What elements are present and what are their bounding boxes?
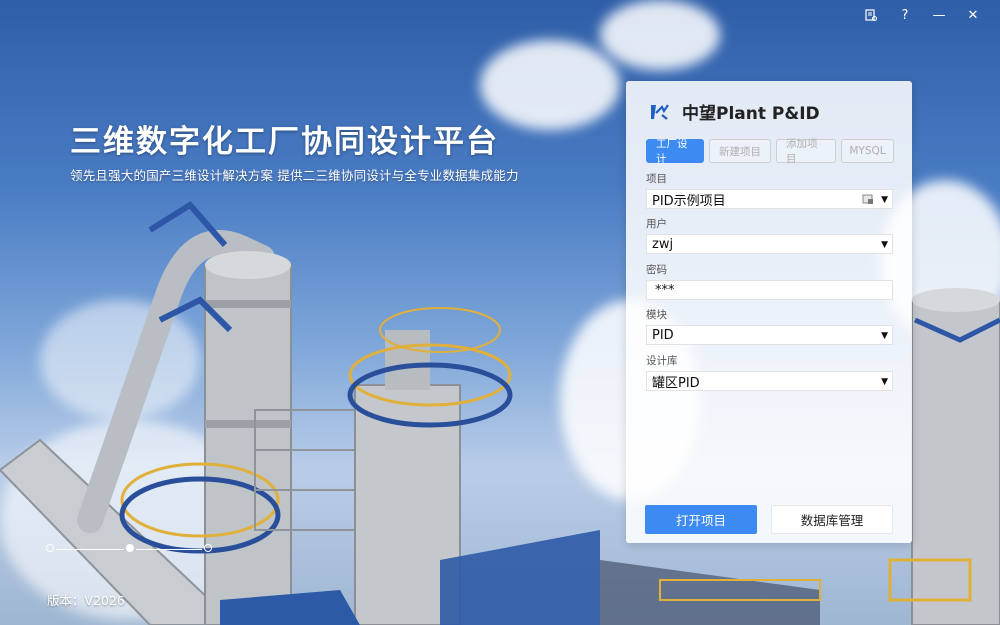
brand-logo-icon	[651, 103, 669, 120]
library-value: 罐区PID	[652, 375, 700, 391]
mode-tabs: 工厂设计 新建项目 添加项目 MYSQL	[646, 138, 894, 165]
version-label: 版本：V2026	[47, 590, 125, 609]
window-controls: ? — ✕	[854, 6, 990, 24]
module-label: 模块	[646, 309, 667, 321]
settings-doc-icon-svg	[865, 9, 877, 21]
version-value: V2026	[84, 593, 125, 608]
database-icon[interactable]	[862, 193, 874, 209]
project-value: PID示例项目	[652, 193, 726, 209]
user-value: zwj	[652, 236, 674, 252]
database-icon-svg	[862, 194, 873, 204]
tab-mysql[interactable]: MYSQL	[841, 139, 894, 163]
library-label: 设计库	[646, 355, 678, 367]
carousel-line	[56, 549, 124, 550]
project-label: 项目	[646, 173, 667, 185]
module-select[interactable]: PID ▼	[646, 325, 893, 345]
carousel-dot-active[interactable]	[126, 544, 134, 552]
user-label: 用户	[646, 218, 667, 230]
module-value: PID	[652, 327, 674, 343]
open-project-button[interactable]: 打开项目	[645, 505, 757, 534]
carousel-line	[136, 549, 202, 550]
settings-doc-icon[interactable]	[854, 6, 888, 24]
login-panel: 中望Plant P&ID 工厂设计 新建项目 添加项目 MYSQL 项目 PID…	[626, 81, 912, 543]
password-field[interactable]: ***	[646, 280, 893, 300]
library-select[interactable]: 罐区PID ▼	[646, 371, 893, 391]
tab-add-project[interactable]: 添加项目	[776, 138, 836, 165]
project-select[interactable]: PID示例项目 ▼	[646, 189, 893, 209]
chevron-down-icon: ▼	[881, 331, 888, 341]
database-management-button[interactable]: 数据库管理	[771, 505, 893, 534]
carousel-dot[interactable]	[46, 544, 54, 552]
chevron-down-icon: ▼	[881, 377, 888, 387]
hero-title: 三维数字化工厂协同设计平台	[70, 124, 499, 160]
password-label: 密码	[646, 264, 667, 276]
help-button[interactable]: ?	[888, 6, 922, 24]
user-select[interactable]: zwj ▼	[646, 234, 893, 254]
carousel-indicator	[46, 541, 216, 557]
chevron-down-icon: ▼	[881, 195, 888, 205]
carousel-dot[interactable]	[204, 544, 212, 552]
brand-name: 中望Plant P&ID	[682, 104, 820, 124]
version-prefix: 版本：	[47, 593, 85, 608]
tab-plant-design[interactable]: 工厂设计	[646, 138, 704, 165]
chevron-down-icon: ▼	[881, 240, 888, 250]
password-value: ***	[655, 282, 675, 298]
hero-subtitle: 领先且强大的国产三维设计解决方案 提供二三维协同设计与全专业数据集成能力	[70, 168, 519, 183]
close-button[interactable]: ✕	[956, 6, 990, 24]
tab-new-project[interactable]: 新建项目	[709, 139, 771, 163]
brand: 中望Plant P&ID	[648, 99, 820, 124]
minimize-button[interactable]: —	[922, 6, 956, 24]
